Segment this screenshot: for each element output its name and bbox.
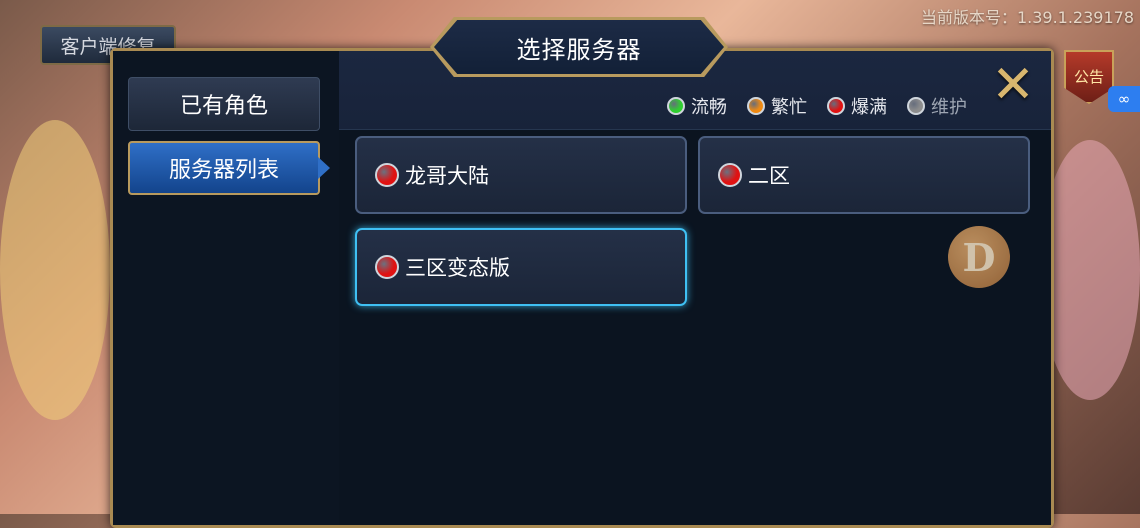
legend-full: 爆满 bbox=[827, 93, 887, 119]
red-status-icon bbox=[375, 255, 399, 279]
legend-label: 维护 bbox=[931, 97, 967, 118]
dialog-title: 选择服务器 bbox=[516, 35, 642, 64]
legend-maintenance: 维护 bbox=[907, 93, 967, 119]
side-floating-icon[interactable]: ∞ bbox=[1108, 86, 1140, 112]
version-label: 当前版本号：1.39.1.239178 bbox=[920, 8, 1134, 27]
server-name: 龙哥大陆 bbox=[405, 164, 489, 188]
background-art bbox=[0, 120, 110, 420]
red-status-icon bbox=[827, 97, 845, 115]
tab-server-list[interactable]: 服务器列表 bbox=[128, 141, 320, 195]
legend-label: 流畅 bbox=[691, 97, 727, 118]
legend-smooth: 流畅 bbox=[667, 93, 727, 119]
close-icon[interactable]: ✕ bbox=[990, 59, 1036, 111]
title-plate: 选择服务器 bbox=[434, 20, 724, 74]
red-status-icon bbox=[375, 163, 399, 187]
legend-label: 爆满 bbox=[851, 97, 887, 118]
server-card[interactable]: 龙哥大陆 bbox=[355, 136, 687, 214]
status-legend: 流畅 繁忙 爆满 维护 bbox=[667, 93, 967, 119]
legend-busy: 繁忙 bbox=[747, 93, 807, 119]
server-name: 三区变态版 bbox=[405, 256, 510, 280]
d-coin-icon: D bbox=[948, 226, 1010, 288]
tab-existing-characters[interactable]: 已有角色 bbox=[128, 77, 320, 131]
gray-status-icon bbox=[907, 97, 925, 115]
server-name: 二区 bbox=[748, 164, 790, 188]
server-card[interactable]: 二区 bbox=[698, 136, 1030, 214]
server-card-selected[interactable]: 三区变态版 bbox=[355, 228, 687, 306]
red-status-icon bbox=[718, 163, 742, 187]
tab-column: 已有角色 服务器列表 bbox=[113, 51, 340, 525]
background-art-right bbox=[1040, 140, 1140, 400]
notice-button[interactable]: 公告 bbox=[1064, 50, 1114, 104]
legend-label: 繁忙 bbox=[771, 97, 807, 118]
orange-status-icon bbox=[747, 97, 765, 115]
green-status-icon bbox=[667, 97, 685, 115]
active-tab-arrow bbox=[318, 157, 330, 179]
